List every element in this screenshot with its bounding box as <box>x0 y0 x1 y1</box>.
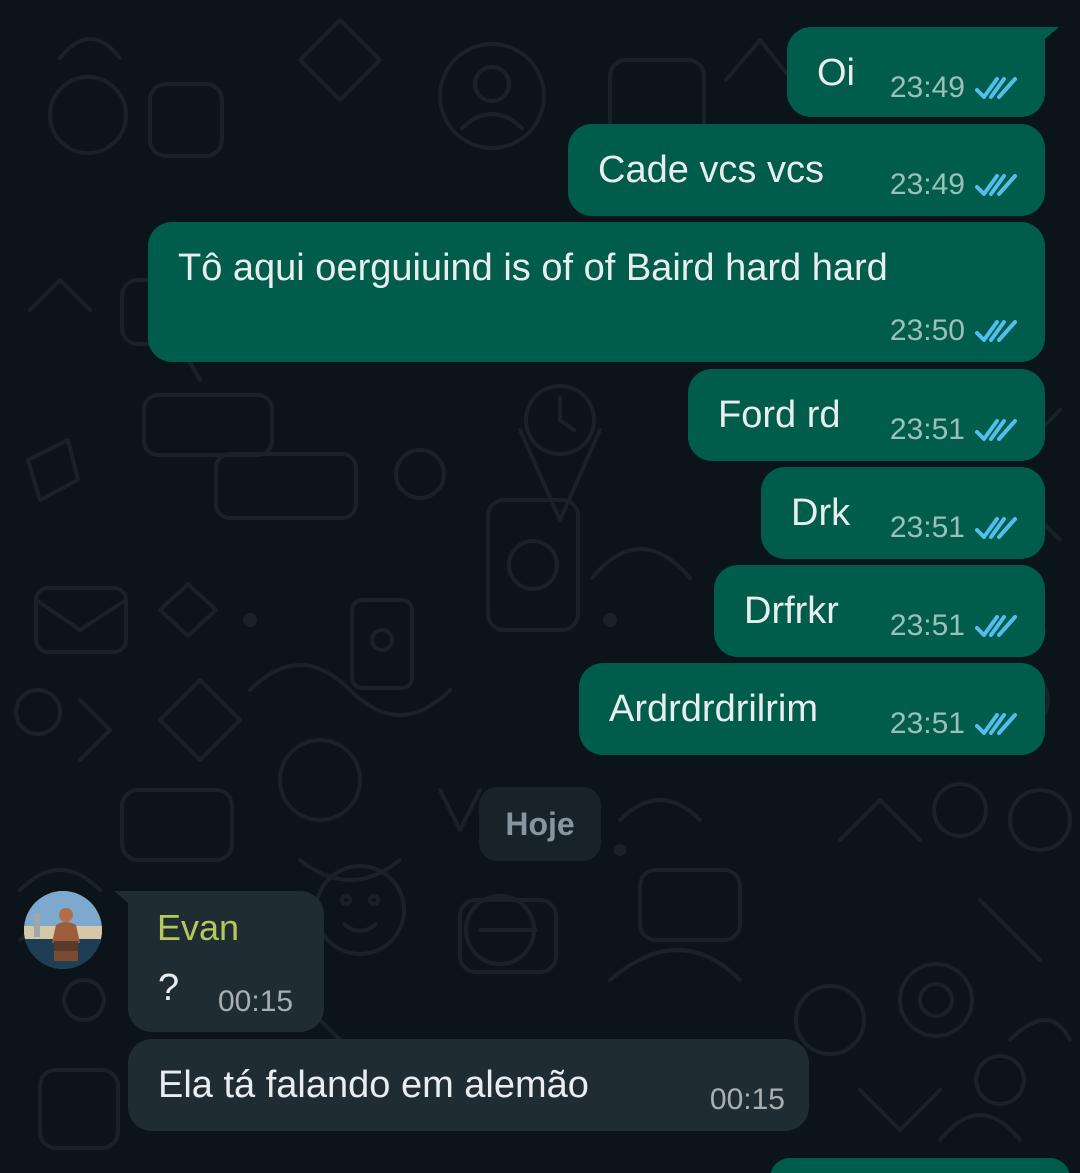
outgoing-message-bubble-partial[interactable] <box>770 1158 1070 1173</box>
message-time: 00:15 <box>218 985 294 1018</box>
message-time: 23:50 <box>889 314 965 347</box>
incoming-message-bubble[interactable]: Ela tá falando em alemão 00:15 <box>128 1039 809 1131</box>
message-text: Drfrkr <box>744 590 839 632</box>
double-check-read-icon <box>975 77 1017 99</box>
message-meta: 23:49 <box>890 71 1019 105</box>
outgoing-message-bubble[interactable]: Ardrdrdrilrim 23:51 <box>579 663 1045 755</box>
message-time: 23:51 <box>889 707 965 740</box>
message-meta: 23:49 <box>890 168 1019 202</box>
outgoing-message-bubble[interactable]: Tô aqui oerguiuind is of of Baird hard h… <box>148 222 1045 362</box>
message-time: 23:49 <box>889 168 965 201</box>
profile-photo-avatar <box>24 891 102 969</box>
sender-name[interactable]: Evan <box>157 908 239 948</box>
outgoing-message-bubble[interactable]: Ford rd 23:51 <box>688 369 1045 461</box>
outgoing-message-bubble[interactable]: Drfrkr 23:51 <box>714 565 1045 657</box>
message-text: Tô aqui oerguiuind is of of Baird hard h… <box>178 247 888 289</box>
bubble-tail-icon <box>114 891 142 915</box>
message-text: Ardrdrdrilrim <box>609 688 818 730</box>
double-check-read-icon <box>975 713 1017 735</box>
outgoing-message-bubble[interactable]: Drk 23:51 <box>761 467 1045 559</box>
message-meta: 23:51 <box>890 707 1019 741</box>
outgoing-message-bubble[interactable]: Cade vcs vcs 23:49 <box>568 124 1045 216</box>
double-check-read-icon <box>975 320 1017 342</box>
date-separator: Hoje <box>479 787 601 861</box>
double-check-read-icon <box>975 419 1017 441</box>
double-check-read-icon <box>975 517 1017 539</box>
message-text: Ela tá falando em alemão <box>158 1064 589 1106</box>
message-text: ? <box>158 967 180 1009</box>
message-time: 23:51 <box>889 511 965 544</box>
double-check-read-icon <box>975 174 1017 196</box>
message-meta: 23:51 <box>890 511 1019 545</box>
message-time: 23:51 <box>889 413 965 446</box>
chat-area[interactable]: Oi 23:49 Cade vcs vcs 23:49 Tô aqui oerg… <box>0 0 1080 1173</box>
message-meta: 00:15 <box>710 1083 785 1117</box>
outgoing-message-bubble[interactable]: Oi 23:49 <box>787 27 1059 117</box>
message-time: 00:15 <box>709 1083 785 1116</box>
bubble-tail-icon <box>1031 27 1059 51</box>
message-text: Cade vcs vcs <box>598 149 824 191</box>
message-time: 23:49 <box>889 71 965 104</box>
message-meta: 23:50 <box>890 314 1019 348</box>
contact-avatar[interactable] <box>24 891 102 969</box>
message-text: Drk <box>791 492 851 534</box>
message-time: 23:51 <box>889 609 965 642</box>
message-text: Ford rd <box>718 394 841 436</box>
double-check-read-icon <box>975 615 1017 637</box>
message-meta: 23:51 <box>890 413 1019 447</box>
message-text: Oi <box>817 52 855 94</box>
message-meta: 23:51 <box>890 609 1019 643</box>
